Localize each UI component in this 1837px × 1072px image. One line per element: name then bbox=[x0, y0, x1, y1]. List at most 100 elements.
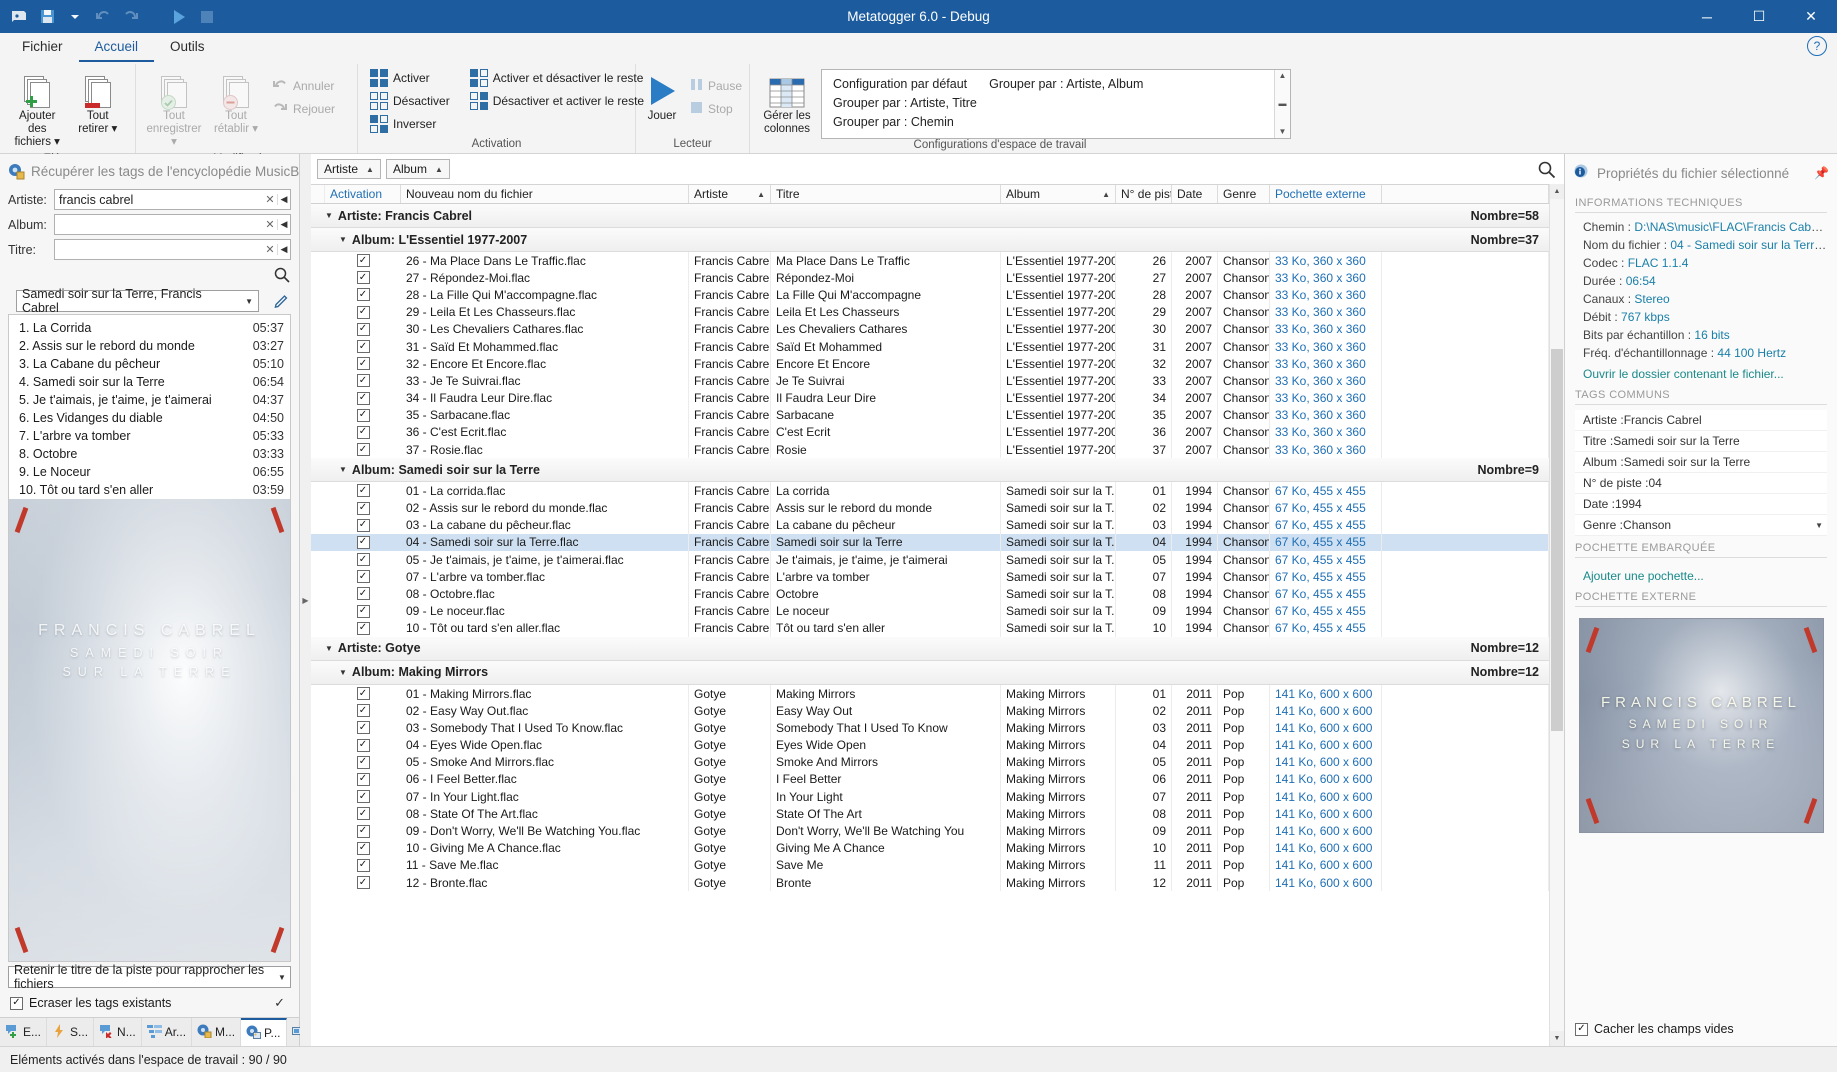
cell-activation[interactable]: ✓ bbox=[325, 269, 401, 286]
list-item[interactable]: 10. Tôt ou tard s'en aller03:59 bbox=[9, 481, 290, 499]
tab-scripts[interactable]: S... bbox=[47, 1018, 94, 1046]
activation-checkbox[interactable]: ✓ bbox=[357, 756, 370, 769]
activation-checkbox[interactable]: ✓ bbox=[357, 536, 370, 549]
activation-checkbox[interactable]: ✓ bbox=[357, 605, 370, 618]
table-row[interactable]: ✓37 - Rosie.flacFrancis CabrelRosieL'Ess… bbox=[311, 441, 1549, 458]
table-row[interactable]: ✓11 - Save Me.flacGotyeSave MeMaking Mir… bbox=[311, 857, 1549, 874]
cell-activation[interactable]: ✓ bbox=[325, 534, 401, 551]
activation-checkbox[interactable]: ✓ bbox=[357, 587, 370, 600]
tab-fichier[interactable]: Fichier bbox=[6, 34, 79, 62]
table-row[interactable]: ✓04 - Eyes Wide Open.flacGotyeEyes Wide … bbox=[311, 737, 1549, 754]
table-row[interactable]: ✓29 - Leila Et Les Chasseurs.flacFrancis… bbox=[311, 304, 1549, 321]
redo-button[interactable]: Rejouer bbox=[267, 98, 340, 120]
external-cover-preview[interactable]: FRANCIS CABREL SAMEDI SOIR SUR LA TERRE bbox=[1565, 612, 1837, 833]
table-row[interactable]: ✓02 - Assis sur le rebord du monde.flacF… bbox=[311, 499, 1549, 516]
scroll-down-icon[interactable]: ▼ bbox=[1279, 126, 1287, 138]
group-chip-album[interactable]: Album ▲ bbox=[386, 159, 450, 179]
chevron-down-icon[interactable]: ▼ bbox=[240, 297, 258, 306]
mb-tracklist[interactable]: 1. La Corrida05:37 2. Assis sur le rebor… bbox=[8, 314, 291, 499]
cell-activation[interactable]: ✓ bbox=[325, 620, 401, 637]
chevron-down-icon[interactable]: ▼ bbox=[1815, 521, 1827, 530]
collapse-triangle-icon[interactable]: ▼ bbox=[325, 211, 333, 220]
tab-accueil[interactable]: Accueil bbox=[79, 34, 155, 62]
activation-checkbox[interactable]: ✓ bbox=[357, 807, 370, 820]
save-all-button[interactable]: Tout enregistrer ▾ bbox=[143, 67, 205, 153]
invert-button[interactable]: Inverser bbox=[365, 113, 455, 135]
artist-dropdown-icon[interactable]: ◀ bbox=[277, 194, 290, 205]
table-row[interactable]: ✓26 - Ma Place Dans Le Traffic.flacFranc… bbox=[311, 252, 1549, 269]
edit-pencil-icon[interactable] bbox=[271, 289, 291, 311]
activation-checkbox[interactable]: ✓ bbox=[357, 254, 370, 267]
list-item[interactable]: 6. Les Vidanges du diable04:50 bbox=[9, 409, 290, 427]
activation-checkbox[interactable]: ✓ bbox=[357, 553, 370, 566]
panel-splitter[interactable]: ▶ bbox=[300, 154, 311, 1046]
activation-checkbox[interactable]: ✓ bbox=[357, 570, 370, 583]
collapse-triangle-icon[interactable]: ▼ bbox=[339, 465, 347, 474]
cell-activation[interactable]: ✓ bbox=[325, 702, 401, 719]
hide-empty-fields-checkbox[interactable]: ✓ bbox=[1575, 1023, 1588, 1036]
cell-activation[interactable]: ✓ bbox=[325, 771, 401, 788]
close-button[interactable]: ✕ bbox=[1785, 0, 1837, 33]
activation-checkbox[interactable]: ✓ bbox=[357, 374, 370, 387]
table-row[interactable]: ✓34 - Il Faudra Leur Dire.flacFrancis Ca… bbox=[311, 390, 1549, 407]
activation-checkbox[interactable]: ✓ bbox=[357, 392, 370, 405]
tab-pictures[interactable]: P... bbox=[241, 1018, 286, 1046]
list-item[interactable]: 4. Samedi soir sur la Terre06:54 bbox=[9, 373, 290, 391]
activation-checkbox[interactable]: ✓ bbox=[357, 306, 370, 319]
activation-checkbox[interactable]: ✓ bbox=[357, 790, 370, 803]
artist-input[interactable] bbox=[55, 193, 263, 207]
collapse-triangle-icon[interactable]: ▼ bbox=[339, 235, 347, 244]
minimize-button[interactable]: ─ bbox=[1681, 0, 1733, 33]
sort-asc-icon[interactable]: ▲ bbox=[366, 165, 374, 174]
activation-checkbox[interactable]: ✓ bbox=[357, 409, 370, 422]
cell-activation[interactable]: ✓ bbox=[325, 585, 401, 602]
tag-row-album[interactable]: Album : Samedi soir sur la Terre bbox=[1575, 452, 1827, 473]
cell-activation[interactable]: ✓ bbox=[325, 372, 401, 389]
cell-activation[interactable]: ✓ bbox=[325, 551, 401, 568]
album-input-wrapper[interactable]: ✕ ◀ bbox=[54, 214, 291, 235]
cell-activation[interactable]: ✓ bbox=[325, 424, 401, 441]
group-chip-artiste[interactable]: Artiste ▲ bbox=[317, 159, 381, 179]
activation-checkbox[interactable]: ✓ bbox=[357, 721, 370, 734]
deactivate-and-activate-rest-button[interactable]: Désactiver et activer le reste bbox=[465, 90, 649, 112]
title-clear-icon[interactable]: ✕ bbox=[263, 243, 277, 256]
quick-dropdown-icon[interactable] bbox=[64, 6, 86, 28]
table-row[interactable]: ✓08 - Octobre.flacFrancis CabrelOctobreS… bbox=[311, 585, 1549, 602]
tab-outils[interactable]: Outils bbox=[154, 34, 221, 62]
table-row[interactable]: ✓03 - Somebody That I Used To Know.flacG… bbox=[311, 719, 1549, 736]
table-row[interactable]: ✓36 - C'est Ecrit.flacFrancis CabrelC'es… bbox=[311, 424, 1549, 441]
table-row[interactable]: ✓06 - I Feel Better.flacGotyeI Feel Bett… bbox=[311, 771, 1549, 788]
cell-activation[interactable]: ✓ bbox=[325, 304, 401, 321]
list-item[interactable]: 9. Le Noceur06:55 bbox=[9, 463, 290, 481]
activation-checkbox[interactable]: ✓ bbox=[357, 622, 370, 635]
workspace-config-item-2[interactable]: Grouper par : Artiste, Titre bbox=[830, 95, 980, 111]
table-row[interactable]: ✓04 - Samedi soir sur la Terre.flacFranc… bbox=[311, 534, 1549, 551]
activation-checkbox[interactable]: ✓ bbox=[357, 773, 370, 786]
cell-activation[interactable]: ✓ bbox=[325, 517, 401, 534]
tab-musicbrainz[interactable]: M... bbox=[192, 1018, 241, 1046]
table-group-row-album[interactable]: ▼Album: Making MirrorsNombre=12 bbox=[311, 661, 1549, 685]
workspace-config-list[interactable]: Configuration par défaut Grouper par : A… bbox=[821, 69, 1291, 139]
overwrite-tags-checkbox[interactable]: ✓ bbox=[10, 997, 23, 1010]
workspace-config-item-1[interactable]: Grouper par : Artiste, Album bbox=[986, 76, 1146, 92]
tag-row-genre[interactable]: Genre : Chanson▼ bbox=[1575, 515, 1827, 536]
maximize-button[interactable]: ☐ bbox=[1733, 0, 1785, 33]
table-row[interactable]: ✓01 - Making Mirrors.flacGotyeMaking Mir… bbox=[311, 685, 1549, 702]
restore-all-button[interactable]: Tout rétablir ▾ bbox=[205, 67, 267, 139]
activation-checkbox[interactable]: ✓ bbox=[357, 739, 370, 752]
title-dropdown-icon[interactable]: ◀ bbox=[277, 244, 290, 255]
activation-checkbox[interactable]: ✓ bbox=[357, 271, 370, 284]
workspace-config-item-3[interactable]: Grouper par : Chemin bbox=[830, 114, 1266, 130]
activation-checkbox[interactable]: ✓ bbox=[357, 704, 370, 717]
artist-clear-icon[interactable]: ✕ bbox=[263, 193, 277, 206]
cell-activation[interactable]: ✓ bbox=[325, 805, 401, 822]
activation-checkbox[interactable]: ✓ bbox=[357, 484, 370, 497]
remove-all-button[interactable]: Tout retirer ▾ bbox=[68, 67, 129, 139]
deactivate-button[interactable]: Désactiver bbox=[365, 90, 455, 112]
table-row[interactable]: ✓07 - In Your Light.flacGotyeIn Your Lig… bbox=[311, 788, 1549, 805]
add-cover-link[interactable]: Ajouter une pochette... bbox=[1575, 563, 1827, 585]
table-row[interactable]: ✓02 - Easy Way Out.flacGotyeEasy Way Out… bbox=[311, 702, 1549, 719]
search-icon[interactable] bbox=[273, 266, 291, 284]
cell-activation[interactable]: ✓ bbox=[325, 737, 401, 754]
column-header-genre[interactable]: Genre bbox=[1218, 185, 1270, 203]
